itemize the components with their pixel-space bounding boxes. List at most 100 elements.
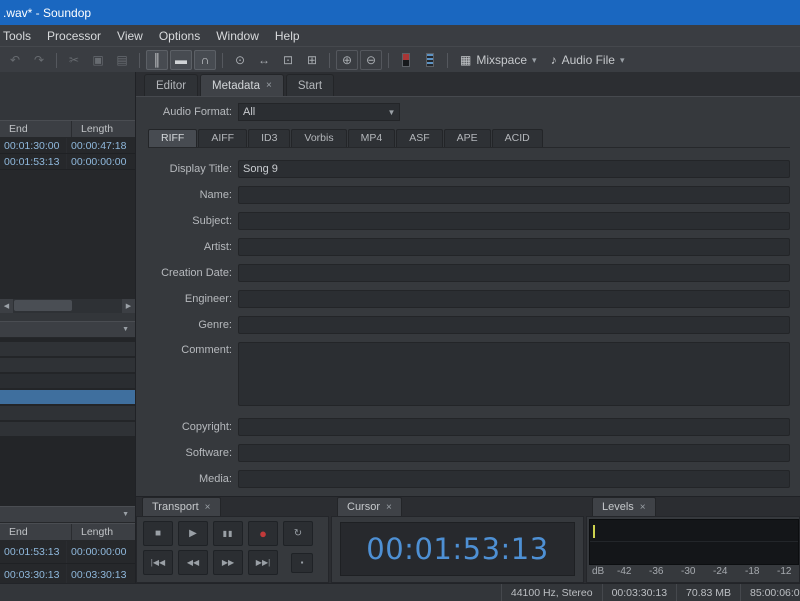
redo-button[interactable]: ↷ bbox=[28, 50, 50, 70]
list-item[interactable] bbox=[0, 422, 135, 436]
spectrum-display-toggle[interactable] bbox=[395, 50, 417, 70]
document-tab-bar: Editor Metadata × Start bbox=[136, 72, 800, 96]
list-item-selected[interactable] bbox=[0, 390, 135, 404]
tab-cursor[interactable]: Cursor × bbox=[337, 497, 402, 516]
toolbar-separator bbox=[388, 53, 389, 68]
tab-asf[interactable]: ASF bbox=[396, 129, 442, 147]
timeline-tool-toggle[interactable]: ▬ bbox=[170, 50, 192, 70]
zoom-selection-button[interactable]: ⊡ bbox=[277, 50, 299, 70]
tab-vorbis[interactable]: Vorbis bbox=[291, 129, 346, 147]
menu-options[interactable]: Options bbox=[151, 29, 208, 43]
pan-tool-icon: ║ bbox=[153, 53, 162, 67]
play-icon: ▶ bbox=[189, 528, 197, 539]
software-label: Software: bbox=[148, 447, 232, 459]
copy-button[interactable]: ▣ bbox=[87, 50, 109, 70]
name-field[interactable] bbox=[238, 186, 790, 204]
end-cell: 00:01:53:13 bbox=[0, 541, 67, 563]
scroll-left-icon[interactable]: ◀ bbox=[0, 299, 13, 313]
record-button[interactable]: ● bbox=[248, 521, 278, 546]
transport-options-button[interactable]: ▪ bbox=[291, 553, 313, 573]
tab-aiff[interactable]: AIFF bbox=[198, 129, 247, 147]
list-item[interactable] bbox=[0, 374, 135, 388]
table-row[interactable]: 00:01:30:00 00:00:47:18 bbox=[0, 138, 135, 154]
table-row[interactable]: 00:03:30:13 00:03:30:13 bbox=[0, 564, 135, 583]
main-toolbar: ↶ ↷ ✂ ▣ ▤ ║ ▬ ∩ ⊙ ↔ ⊡ ⊞ ⊕ ⊖ ▦ Mixspace ▾… bbox=[0, 46, 800, 74]
zoom-in-button[interactable]: ⊕ bbox=[336, 50, 358, 70]
audio-format-select[interactable]: All ▼ bbox=[238, 103, 400, 121]
undo-button[interactable]: ↶ bbox=[4, 50, 26, 70]
list-item[interactable] bbox=[0, 358, 135, 372]
zoom-all-button[interactable]: ⊞ bbox=[301, 50, 323, 70]
genre-field[interactable] bbox=[238, 316, 790, 334]
tab-ape[interactable]: APE bbox=[444, 129, 491, 147]
go-to-start-button[interactable]: |◀◀ bbox=[143, 550, 173, 575]
level-meters-toggle[interactable] bbox=[419, 50, 441, 70]
tab-editor[interactable]: Editor bbox=[144, 74, 198, 96]
close-icon[interactable]: × bbox=[266, 80, 272, 91]
mixspace-dropdown[interactable]: ▦ Mixspace ▾ bbox=[453, 50, 544, 70]
menu-tools[interactable]: Tools bbox=[0, 29, 39, 43]
scale-label: dB bbox=[592, 566, 604, 577]
transport-panel: Transport × ■ ▶ ▮▮ ● ↻ |◀◀ bbox=[136, 497, 329, 583]
panel-collapse-bar[interactable]: ▼ bbox=[0, 321, 135, 338]
copyright-field[interactable] bbox=[238, 418, 790, 436]
tab-acid[interactable]: ACID bbox=[492, 129, 543, 147]
engineer-field[interactable] bbox=[238, 290, 790, 308]
horizontal-scrollbar[interactable]: ◀ ▶ bbox=[0, 298, 135, 313]
zoom-horizontal-button[interactable]: ↔ bbox=[253, 50, 275, 70]
tab-transport[interactable]: Transport × bbox=[142, 497, 221, 516]
zoom-tool-button[interactable]: ⊙ bbox=[229, 50, 251, 70]
zoom-out-button[interactable]: ⊖ bbox=[360, 50, 382, 70]
tab-mp4[interactable]: MP4 bbox=[348, 129, 396, 147]
display-title-field[interactable] bbox=[238, 160, 790, 178]
paste-icon: ▤ bbox=[116, 53, 127, 67]
monitor-toggle[interactable]: ∩ bbox=[194, 50, 216, 70]
close-icon[interactable]: × bbox=[205, 502, 211, 513]
list-item[interactable] bbox=[0, 342, 135, 356]
length-cell: 00:03:30:13 bbox=[67, 569, 135, 581]
tab-levels[interactable]: Levels × bbox=[592, 497, 656, 516]
tab-metadata[interactable]: Metadata × bbox=[200, 74, 284, 96]
list-item[interactable] bbox=[0, 406, 135, 420]
collapse-arrow-icon[interactable]: ▼ bbox=[122, 326, 129, 333]
tab-start[interactable]: Start bbox=[286, 74, 334, 96]
fast-forward-button[interactable]: ▶▶ bbox=[213, 550, 243, 575]
mixspace-icon: ▦ bbox=[460, 53, 471, 67]
close-icon[interactable]: × bbox=[640, 502, 646, 513]
tab-id3[interactable]: ID3 bbox=[248, 129, 290, 147]
toolbar-separator bbox=[56, 53, 57, 68]
table-row[interactable]: 00:01:53:13 00:00:00:00 bbox=[0, 154, 135, 170]
tab-label: Cursor bbox=[347, 501, 380, 513]
table-row[interactable]: 00:01:53:13 00:00:00:00 bbox=[0, 541, 135, 564]
software-field[interactable] bbox=[238, 444, 790, 462]
audio-format-value: All bbox=[239, 106, 384, 118]
loop-button[interactable]: ↻ bbox=[283, 521, 313, 546]
panel-collapse-bar[interactable]: ▼ bbox=[0, 506, 135, 523]
menu-view[interactable]: View bbox=[109, 29, 151, 43]
artist-field[interactable] bbox=[238, 238, 790, 256]
media-field[interactable] bbox=[238, 470, 790, 488]
menu-help[interactable]: Help bbox=[267, 29, 308, 43]
pause-button[interactable]: ▮▮ bbox=[213, 521, 243, 546]
pan-tool-toggle[interactable]: ║ bbox=[146, 50, 168, 70]
menu-window[interactable]: Window bbox=[208, 29, 267, 43]
transport-tab-bar: Transport × bbox=[136, 497, 329, 516]
comment-field[interactable] bbox=[238, 342, 790, 406]
go-to-end-button[interactable]: ▶▶| bbox=[248, 550, 278, 575]
paste-button[interactable]: ▤ bbox=[111, 50, 133, 70]
scrollbar-thumb[interactable] bbox=[14, 300, 72, 311]
play-button[interactable]: ▶ bbox=[178, 521, 208, 546]
rewind-button[interactable]: ◀◀ bbox=[178, 550, 208, 575]
scrollbar-track[interactable] bbox=[13, 299, 122, 313]
tab-riff[interactable]: RIFF bbox=[148, 129, 197, 147]
collapse-arrow-icon[interactable]: ▼ bbox=[122, 511, 129, 518]
scroll-right-icon[interactable]: ▶ bbox=[122, 299, 135, 313]
close-icon[interactable]: × bbox=[386, 502, 392, 513]
audio-file-dropdown[interactable]: ♪ Audio File ▾ bbox=[544, 50, 632, 70]
stop-button[interactable]: ■ bbox=[143, 521, 173, 546]
cut-button[interactable]: ✂ bbox=[63, 50, 85, 70]
menu-processor[interactable]: Processor bbox=[39, 29, 109, 43]
toolbar-separator bbox=[139, 53, 140, 68]
creation-date-field[interactable] bbox=[238, 264, 790, 282]
subject-field[interactable] bbox=[238, 212, 790, 230]
